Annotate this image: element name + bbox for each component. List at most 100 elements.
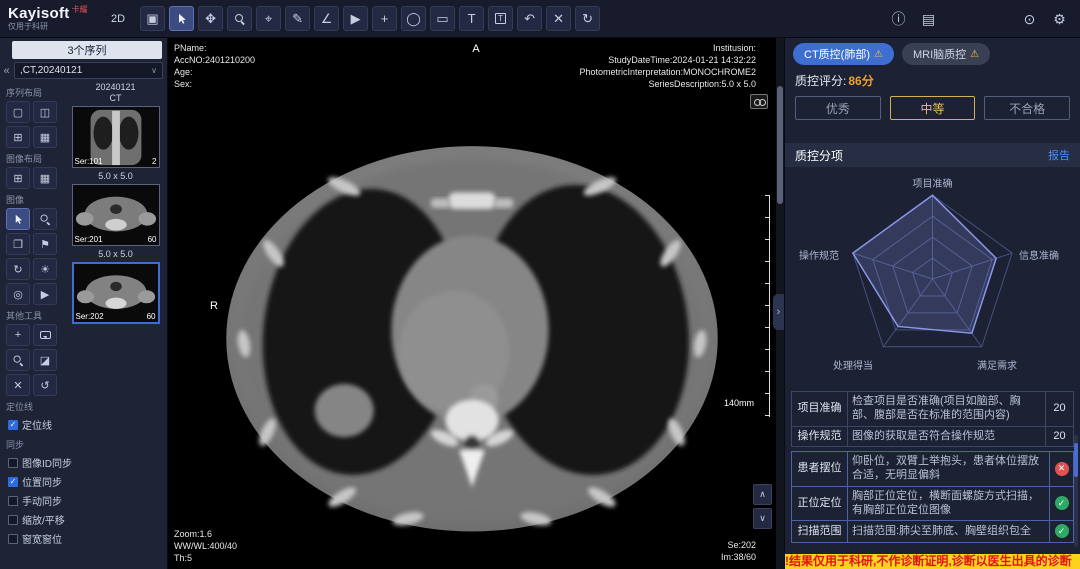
link-series-button[interactable]: [750, 94, 768, 109]
series-thumbnail-202[interactable]: Ser:202 60: [72, 262, 160, 324]
sync-checkbox-manual[interactable]: 手动同步: [8, 493, 167, 508]
criterion-label: 项目准确: [792, 392, 848, 427]
grade-medium-button[interactable]: 中等: [890, 96, 976, 120]
qc-subsection-header: 质控分项 报告: [785, 143, 1080, 167]
other-reset-button[interactable]: ↺: [33, 374, 57, 396]
checkbox-label: 位置同步: [22, 474, 62, 489]
grade-fail-button[interactable]: 不合格: [984, 96, 1070, 120]
other-delete-button[interactable]: ✕: [6, 374, 30, 396]
app-window: Kayisoft卡耀 仅用于科研 2D ▣ ✥ ⌖ ✎ ∠ ▶ + ◯ ▭ T …: [0, 0, 1080, 569]
pan-tool-button[interactable]: ✥: [198, 6, 223, 31]
sync-checkbox-position[interactable]: 位置同步: [8, 474, 167, 489]
zoom-status-overlay: Zoom:1.6 WW/WL:400/40 Th:5: [174, 528, 237, 564]
image-play-button[interactable]: ▶: [33, 283, 57, 305]
collapse-sidebar-icon[interactable]: «: [2, 65, 11, 77]
orientation-right-marker: R: [210, 300, 218, 312]
image-clone-button[interactable]: ❐: [6, 233, 30, 255]
thumbnail-image-count: 2: [152, 157, 156, 166]
window-width-level: WW/WL:400/40: [174, 540, 237, 552]
series-thumbnail-201[interactable]: Ser:201 60: [72, 184, 160, 246]
info-button[interactable]: ⓘ: [886, 6, 911, 31]
scroll-down-button[interactable]: [753, 508, 772, 529]
window-level-tool-button[interactable]: ✎: [285, 6, 310, 31]
scroll-up-button[interactable]: [753, 484, 772, 505]
ct-axial-image: [194, 96, 750, 558]
series-select[interactable]: ,CT,20240121: [14, 62, 163, 79]
ellipse-roi-tool-button[interactable]: ◯: [401, 6, 426, 31]
study-datetime: StudyDateTime:2024-01-21 14:32:22: [579, 54, 756, 66]
criterion-score: 20: [1046, 426, 1074, 447]
layout-1x2-button[interactable]: ◫: [33, 101, 57, 123]
patient-info-overlay: PName: AccNO:2401210200 Age: Sex:: [174, 42, 255, 90]
zoom-tool-button[interactable]: [227, 6, 252, 31]
text-annotation-tool-button[interactable]: T: [459, 6, 484, 31]
angle-measure-tool-button[interactable]: ∠: [314, 6, 339, 31]
tab-mri-brain-qc[interactable]: MRI脑质控 ⚠: [902, 43, 990, 65]
layout-1x1-button[interactable]: ▢: [6, 101, 30, 123]
cine-play-tool-button[interactable]: ▶: [343, 6, 368, 31]
scrollbar-thumb[interactable]: [777, 86, 783, 204]
table-scrollbar[interactable]: [1074, 435, 1078, 547]
image-magnify-button[interactable]: [33, 208, 57, 230]
radar-axis-label: 项目准确: [913, 175, 953, 190]
tab-ct-lung-qc[interactable]: CT质控(肺部) ⚠: [793, 43, 894, 65]
pass-icon: [1055, 496, 1069, 510]
image-layout-2x2-button[interactable]: ⊞: [6, 167, 30, 189]
other-comment-button[interactable]: [33, 324, 57, 346]
grade-excellent-button[interactable]: 优秀: [795, 96, 881, 120]
magnifier-icon: [40, 214, 51, 225]
pass-icon: [1055, 524, 1069, 538]
slice-thickness: Th:5: [174, 552, 237, 564]
layout-grid-button[interactable]: ▣: [140, 6, 165, 31]
localizer-checkbox[interactable]: 定位线: [8, 417, 167, 432]
sync-checkbox-zoom-pan[interactable]: 缩放/平移: [8, 512, 167, 527]
image-rotate-button[interactable]: ↻: [6, 258, 30, 280]
series-select-value: ,CT,20240121: [20, 65, 82, 76]
thumbnail-title: 5.0 x 5.0: [66, 249, 165, 260]
layout-2x2-button[interactable]: ⊞: [6, 126, 30, 148]
logo-cn-text: 卡耀: [72, 5, 88, 14]
radar-chart-svg: [785, 167, 1080, 391]
undo-button[interactable]: ↶: [517, 6, 542, 31]
series-count-label: 3个序列: [12, 41, 162, 59]
rect-roi-tool-button[interactable]: ▭: [430, 6, 455, 31]
mode-2d-label: 2D: [111, 13, 125, 25]
thumbnail-series-number: Ser:202: [76, 312, 104, 321]
app-logo: Kayisoft卡耀 仅用于科研: [8, 6, 100, 31]
other-add-button[interactable]: +: [6, 324, 30, 346]
sync-checkbox-image-id[interactable]: 图像ID同步: [8, 455, 167, 470]
image-viewport[interactable]: PName: AccNO:2401210200 Age: Sex: Instit…: [168, 38, 784, 569]
image-flag-button[interactable]: ⚑: [33, 233, 57, 255]
help-button[interactable]: ⊙: [1017, 6, 1042, 31]
reset-view-button[interactable]: ↻: [575, 6, 600, 31]
table-row: 操作规范 图像的获取是否符合操作规范 20: [792, 426, 1074, 447]
image-layout-3x3-button[interactable]: ▦: [33, 167, 57, 189]
other-eraser-button[interactable]: ◪: [33, 349, 57, 371]
checkbox-icon: [8, 534, 18, 544]
expand-panel-handle[interactable]: [773, 294, 784, 330]
image-target-button[interactable]: ◎: [6, 283, 30, 305]
layout-3x3-button[interactable]: ▦: [33, 126, 57, 148]
image-cursor-button[interactable]: [6, 208, 30, 230]
report-button[interactable]: ▤: [916, 6, 941, 31]
checkbox-label: 缩放/平移: [22, 512, 65, 527]
radar-axis-label: 满足需求: [977, 357, 1017, 372]
other-browse-button[interactable]: [6, 349, 30, 371]
report-link[interactable]: 报告: [1048, 147, 1070, 163]
radar-axis-label: 操作规范: [799, 247, 839, 262]
qc-panel: CT质控(肺部) ⚠ MRI脑质控 ⚠ 质控评分:86分 优秀 中等 不合格 质…: [784, 38, 1080, 569]
table-row: 项目准确 检查项目是否准确(项目如脑部、胸部、腹部是否在标准的范围内容) 20: [792, 392, 1074, 427]
top-toolbar: Kayisoft卡耀 仅用于科研 2D ▣ ✥ ⌖ ✎ ∠ ▶ + ◯ ▭ T …: [0, 0, 1080, 38]
sync-checkbox-window-level[interactable]: 窗宽窗位: [8, 531, 167, 546]
delete-annotation-button[interactable]: ✕: [546, 6, 571, 31]
add-annotation-tool-button[interactable]: +: [372, 6, 397, 31]
text-box-tool-button[interactable]: T: [488, 6, 513, 31]
target-tool-button[interactable]: ⌖: [256, 6, 281, 31]
qc-score-table: 项目准确 检查项目是否准确(项目如脑部、胸部、腹部是否在标准的范围内容) 20 …: [791, 391, 1074, 447]
table-scrollbar-thumb[interactable]: [1074, 443, 1078, 477]
comment-icon: [40, 331, 51, 339]
image-brightness-button[interactable]: ☀: [33, 258, 57, 280]
cursor-tool-button[interactable]: [169, 6, 194, 31]
settings-button[interactable]: ⚙: [1047, 6, 1072, 31]
series-thumbnail-101[interactable]: Ser:101 2: [72, 106, 160, 168]
